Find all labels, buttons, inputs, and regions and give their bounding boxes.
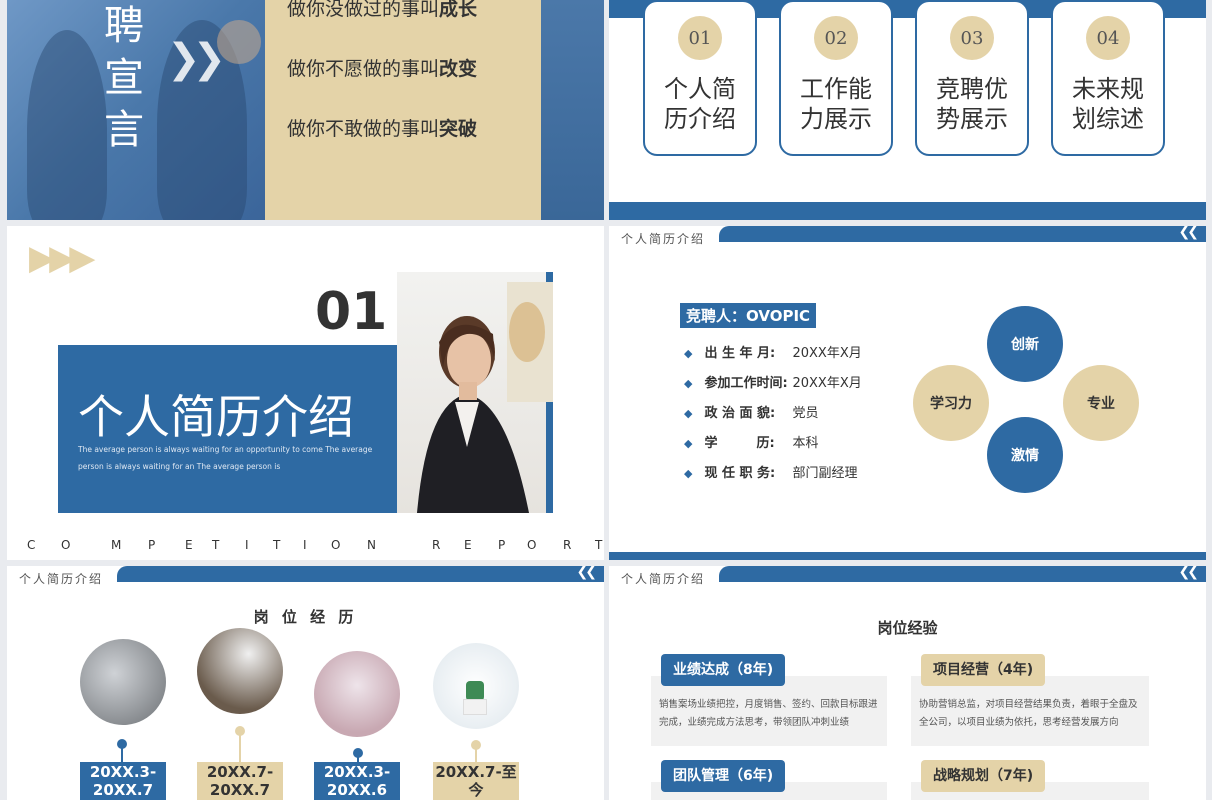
experience-card: 协助营销总监，对项目经营结果负责，着眼于全盘及全公司，以项目业绩为依托，思考经营…	[911, 676, 1149, 746]
section-title: 岗 位 经 历	[253, 608, 358, 626]
title-box: 个人简历介绍 The average person is always wait…	[58, 345, 398, 513]
pen-photo	[314, 651, 400, 737]
header-label: 个人简历介绍	[621, 232, 706, 246]
slide-header: 个人简历介绍 ❮❮	[609, 566, 1206, 588]
section-title: 个人简历介绍	[78, 390, 354, 444]
chevron-right-icon: ▶▶▶	[29, 238, 95, 278]
timeline-dot	[235, 726, 245, 736]
double-chevron-left-icon: ❮❮	[1178, 566, 1200, 580]
trait-circle-innovation: 创新	[987, 306, 1063, 382]
chevron-right-icon: ❯❯	[167, 36, 226, 82]
diamond-icon: ◆	[684, 377, 693, 390]
motto-line: 做你不敢做的事叫突破	[287, 118, 478, 140]
toc-card-3[interactable]: 03 竞聘优势展示	[915, 0, 1029, 156]
slide-job-history[interactable]: 个人简历介绍 ❮❮ 岗 位 经 历 20XX.3-20XX.7 20XX.7-2…	[7, 566, 604, 800]
trait-circle-learning: 学习力	[913, 365, 989, 441]
toc-text: 个人简历介绍	[664, 75, 736, 133]
toc-card-1[interactable]: 01 个人简历介绍	[643, 0, 757, 156]
experience-desc: 销售案场业绩把控，月度销售、签约、回款目标跟进完成，业绩完成方法思考，带领团队冲…	[659, 699, 878, 728]
header-ribbon: ❮❮	[719, 566, 1206, 582]
profile-row: ◆ 现 任 职 务: 部门副经理	[684, 466, 858, 481]
candidate-tag: 竞聘人：OVOPIC	[680, 303, 817, 328]
experience-label: 项目经营（4年)	[921, 654, 1046, 686]
portrait-photo	[397, 272, 553, 513]
slide-resume-profile[interactable]: 个人简历介绍 ❮❮ 竞聘人：OVOPIC ◆ 出 生 年 月: 20XX年X月 ◆ 参…	[609, 226, 1206, 560]
bottom-bar	[609, 202, 1206, 220]
motto-panel: 做你没做过的事叫成长 做你不愿做的事叫改变 做你不敢做的事叫突破	[265, 0, 541, 220]
period-label: 20XX.3-20XX.6	[314, 762, 400, 800]
plant-photo	[433, 643, 519, 729]
slide-declaration[interactable]: 聘 宣 言 ❯❯ 做你没做过的事叫成长 做你不愿做的事叫改变 做你不敢做的事叫突…	[7, 0, 604, 220]
experience-desc: 协助营销总监，对项目经营结果负责，着眼于全盘及全公司，以项目业绩为依托，思考经营…	[919, 699, 1138, 728]
header-ribbon: ❮❮	[117, 566, 604, 582]
diamond-icon: ◆	[684, 347, 693, 360]
period-label: 20XX.7-20XX.7	[197, 762, 283, 800]
toc-number: 04	[1086, 16, 1130, 60]
period-label: 20XX.3-20XX.7	[80, 762, 166, 800]
experience-card: 销售案场业绩把控，月度销售、签约、回款目标跟进完成，业绩完成方法思考，带领团队冲…	[651, 676, 887, 746]
slide-header: 个人简历介绍 ❮❮	[609, 226, 1206, 248]
timeline-dot	[117, 739, 127, 749]
slide-job-experience[interactable]: 个人简历介绍 ❮❮ 岗位经验 销售案场业绩把控，月度销售、签约、回款目标跟进完成…	[609, 566, 1206, 800]
period-label: 20XX.7-至今	[433, 762, 519, 800]
experience-label: 战略规划（7年)	[921, 760, 1046, 792]
toc-card-2[interactable]: 02 工作能力展示	[779, 0, 893, 156]
toc-text: 工作能力展示	[800, 75, 872, 133]
toc-number: 03	[950, 16, 994, 60]
vertical-title: 聘 宣 言	[104, 3, 144, 153]
toc-text: 未来规划综述	[1072, 75, 1144, 133]
toc-number: 02	[814, 16, 858, 60]
slide-contents[interactable]: 01 个人简历介绍 02 工作能力展示 03 竞聘优势展示 04 未来规划综述	[609, 0, 1206, 220]
businesswoman-image	[417, 282, 553, 513]
bottom-bar	[609, 552, 1206, 560]
slide-header: 个人简历介绍 ❮❮	[7, 566, 604, 588]
toc-number: 01	[678, 16, 722, 60]
slide-section-cover[interactable]: ▶▶▶ 01 个人简历介绍 The average person is alwa…	[7, 226, 604, 560]
trait-circle-passion: 激情	[987, 417, 1063, 493]
profile-row: ◆ 出 生 年 月: 20XX年X月	[684, 346, 862, 361]
profile-row: ◆ 政 治 面 貌: 党员	[684, 406, 819, 421]
motto-line: 做你不愿做的事叫改变	[287, 58, 478, 80]
diamond-icon: ◆	[684, 467, 693, 480]
trait-circle-professional: 专业	[1063, 365, 1139, 441]
diamond-icon: ◆	[684, 437, 693, 450]
experience-label: 团队管理（6年)	[661, 760, 786, 792]
section-title: 岗位经验	[877, 619, 938, 637]
motto-line: 做你没做过的事叫成长	[287, 0, 478, 20]
profile-row: ◆ 学 历: 本科	[684, 436, 819, 451]
section-number: 01	[315, 282, 388, 342]
section-subtitle: The average person is always waiting for…	[78, 445, 373, 471]
profile-row: ◆ 参加工作时间: 20XX年X月	[684, 376, 862, 391]
double-chevron-left-icon: ❮❮	[1178, 226, 1200, 240]
coffee-photo	[197, 628, 283, 714]
toc-card-4[interactable]: 04 未来规划综述	[1051, 0, 1165, 156]
timeline-dot	[471, 740, 481, 750]
experience-label: 业绩达成（8年)	[661, 654, 786, 686]
header-label: 个人简历介绍	[621, 572, 706, 586]
diamond-icon: ◆	[684, 407, 693, 420]
header-ribbon: ❮❮	[719, 226, 1206, 242]
side-photo	[541, 0, 604, 220]
toc-text: 竞聘优势展示	[936, 75, 1008, 133]
double-chevron-left-icon: ❮❮	[576, 566, 598, 580]
laptop-photo	[80, 639, 166, 725]
header-label: 个人简历介绍	[19, 572, 104, 586]
timeline-dot	[353, 748, 363, 758]
